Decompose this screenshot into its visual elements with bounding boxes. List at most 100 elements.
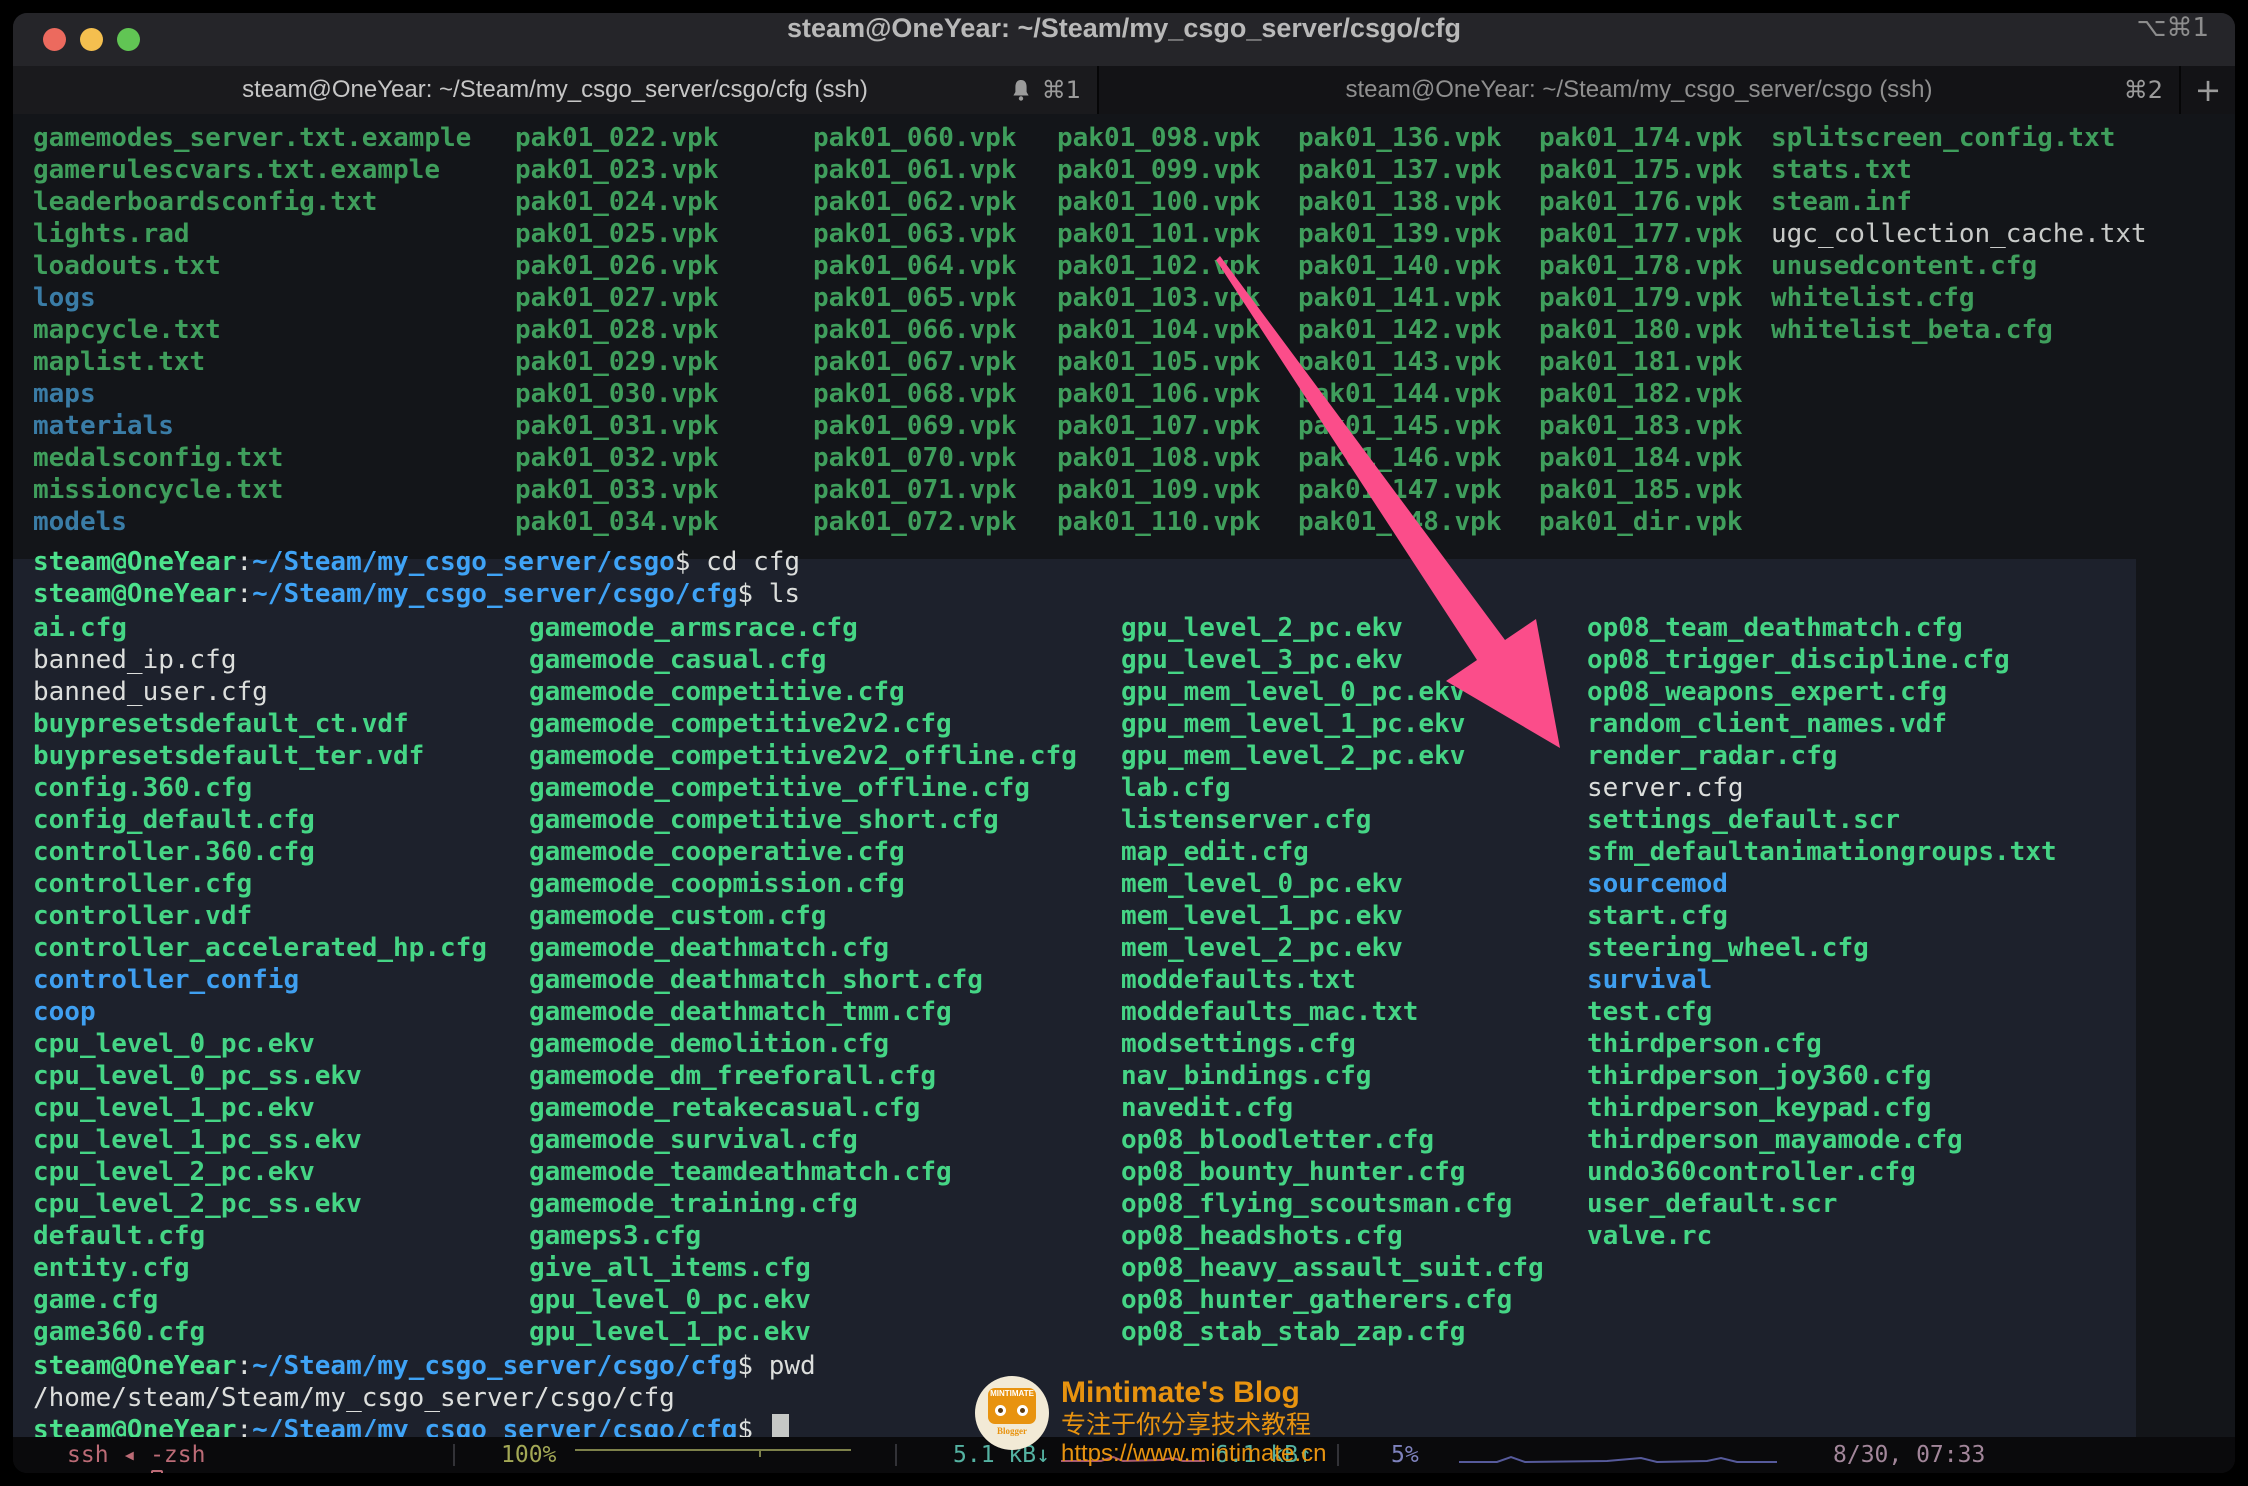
file-name: gamemode_armsrace.cfg — [529, 612, 1077, 644]
file-name: pak01_107.vpk — [1057, 410, 1261, 442]
file-name: pak01_068.vpk — [813, 378, 1017, 410]
file-name: gamemode_teamdeathmatch.cfg — [529, 1156, 1077, 1188]
file-column: pak01_098.vpkpak01_099.vpkpak01_100.vpkp… — [1057, 122, 1261, 538]
terminal-screen[interactable]: gamemodes_server.txt.examplegamerulescva… — [13, 114, 2235, 1437]
file-name: pak01_063.vpk — [813, 218, 1017, 250]
file-name: pak01_184.vpk — [1539, 442, 1743, 474]
file-name: splitscreen_config.txt — [1771, 122, 2147, 154]
file-name: pak01_098.vpk — [1057, 122, 1261, 154]
file-name: render_radar.cfg — [1587, 740, 2057, 772]
divider — [1337, 1444, 1339, 1466]
cpu-percentage[interactable]: 5% — [1391, 1437, 1419, 1473]
file-name: cpu_level_0_pc_ss.ekv — [33, 1060, 487, 1092]
terminal-content: gamemodes_server.txt.examplegamerulescva… — [13, 114, 2235, 1437]
file-name: medalsconfig.txt — [33, 442, 471, 474]
file-name: pak01_142.vpk — [1298, 314, 1502, 346]
file-name: entity.cfg — [33, 1252, 487, 1284]
file-name: pak01_027.vpk — [515, 282, 719, 314]
window-shortcut-hint: ⌥⌘1 — [2136, 13, 2209, 66]
file-name: loadouts.txt — [33, 250, 471, 282]
file-name: stats.txt — [1771, 154, 2147, 186]
file-name: sfm_defaultanimationgroups.txt — [1587, 836, 2057, 868]
file-name: pak01_174.vpk — [1539, 122, 1743, 154]
file-name: gpu_level_1_pc.ekv — [529, 1316, 1077, 1348]
file-name: steering_wheel.cfg — [1587, 932, 2057, 964]
file-name: gamerulescvars.txt.example — [33, 154, 471, 186]
file-name: pak01_105.vpk — [1057, 346, 1261, 378]
file-name: pak01_140.vpk — [1298, 250, 1502, 282]
new-tab-button[interactable]: + — [2179, 66, 2235, 114]
file-name: thirdperson_keypad.cfg — [1587, 1092, 2057, 1124]
file-name: pak01_139.vpk — [1298, 218, 1502, 250]
owl-eye-icon — [995, 1405, 1006, 1416]
file-name: gamemode_cooperative.cfg — [529, 836, 1077, 868]
file-name: pak01_dir.vpk — [1539, 506, 1743, 538]
file-name: thirdperson_joy360.cfg — [1587, 1060, 2057, 1092]
tab-label: steam@OneYear: ~/Steam/my_csgo_server/cs… — [1345, 76, 1932, 104]
file-name: op08_heavy_assault_suit.cfg — [1121, 1252, 1544, 1284]
logo-badge-text: MINTIMATE — [988, 1388, 1036, 1400]
file-name: game.cfg — [33, 1284, 487, 1316]
file-name: ugc_collection_cache.txt — [1771, 218, 2147, 250]
zoom-button[interactable] — [117, 28, 140, 51]
file-name: pak01_026.vpk — [515, 250, 719, 282]
file-name: pak01_100.vpk — [1057, 186, 1261, 218]
tab-csgo[interactable]: steam@OneYear: ~/Steam/my_csgo_server/cs… — [1097, 66, 2179, 114]
tab-bar: steam@OneYear: ~/Steam/my_csgo_server/cs… — [13, 66, 2235, 114]
clock-text[interactable]: 8/30, 07:33 — [1833, 1437, 1985, 1473]
tab-csgo-cfg[interactable]: steam@OneYear: ~/Steam/my_csgo_server/cs… — [13, 66, 1097, 114]
file-name: start.cfg — [1587, 900, 2057, 932]
close-button[interactable] — [43, 28, 66, 51]
prompt-cd-cfg: steam@OneYear:~/Steam/my_csgo_server/csg… — [33, 546, 800, 578]
file-name: controller_accelerated_hp.cfg — [33, 932, 487, 964]
file-name: gamemode_competitive.cfg — [529, 676, 1077, 708]
file-name: modsettings.cfg — [1121, 1028, 1544, 1060]
file-name: test.cfg — [1587, 996, 2057, 1028]
file-name: pak01_070.vpk — [813, 442, 1017, 474]
file-name: valve.rc — [1587, 1220, 2057, 1252]
file-column: pak01_174.vpkpak01_175.vpkpak01_176.vpkp… — [1539, 122, 1743, 538]
file-name: op08_headshots.cfg — [1121, 1220, 1544, 1252]
directory-name: logs — [33, 282, 471, 314]
file-column: ai.cfgbanned_ip.cfgbanned_user.cfgbuypre… — [33, 612, 487, 1348]
file-column: pak01_022.vpkpak01_023.vpkpak01_024.vpkp… — [515, 122, 719, 538]
file-name: mem_level_0_pc.ekv — [1121, 868, 1544, 900]
file-name: gamemode_competitive_offline.cfg — [529, 772, 1077, 804]
file-name: op08_team_deathmatch.cfg — [1587, 612, 2057, 644]
file-name: pak01_141.vpk — [1298, 282, 1502, 314]
file-name: pak01_030.vpk — [515, 378, 719, 410]
file-name: navedit.cfg — [1121, 1092, 1544, 1124]
file-name: pak01_065.vpk — [813, 282, 1017, 314]
battery-percentage[interactable]: 100% — [501, 1437, 556, 1473]
file-name: cpu_level_1_pc_ss.ekv — [33, 1124, 487, 1156]
file-name: pak01_138.vpk — [1298, 186, 1502, 218]
file-name: pak01_029.vpk — [515, 346, 719, 378]
directory-name: survival — [1587, 964, 2057, 996]
divider — [895, 1444, 897, 1466]
logo-sub-text: Blogger — [975, 1426, 1049, 1436]
file-name: pak01_033.vpk — [515, 474, 719, 506]
file-column: pak01_136.vpkpak01_137.vpkpak01_138.vpkp… — [1298, 122, 1502, 538]
file-name: cpu_level_0_pc.ekv — [33, 1028, 487, 1060]
file-name: gamemodes_server.txt.example — [33, 122, 471, 154]
file-name: gameps3.cfg — [529, 1220, 1077, 1252]
owl-eye-icon — [1017, 1405, 1028, 1416]
file-name: op08_flying_scoutsman.cfg — [1121, 1188, 1544, 1220]
session-indicator[interactable]: ssh ◂ -zsh — [67, 1437, 205, 1473]
file-name: listenserver.cfg — [1121, 804, 1544, 836]
mintimate-logo: MINTIMATE Blogger — [975, 1376, 1049, 1450]
directory-name: maps — [33, 378, 471, 410]
file-name: random_client_names.vdf — [1587, 708, 2057, 740]
file-name: pak01_062.vpk — [813, 186, 1017, 218]
file-column: pak01_060.vpkpak01_061.vpkpak01_062.vpkp… — [813, 122, 1017, 538]
file-name: pak01_028.vpk — [515, 314, 719, 346]
file-name: pak01_106.vpk — [1057, 378, 1261, 410]
minimize-button[interactable] — [80, 28, 103, 51]
file-name: pak01_066.vpk — [813, 314, 1017, 346]
file-name: pak01_144.vpk — [1298, 378, 1502, 410]
file-name: op08_bounty_hunter.cfg — [1121, 1156, 1544, 1188]
file-name: pak01_067.vpk — [813, 346, 1017, 378]
tab-shortcut: ⌘1 — [1042, 76, 1081, 104]
file-name: pak01_183.vpk — [1539, 410, 1743, 442]
file-name: moddefaults.txt — [1121, 964, 1544, 996]
